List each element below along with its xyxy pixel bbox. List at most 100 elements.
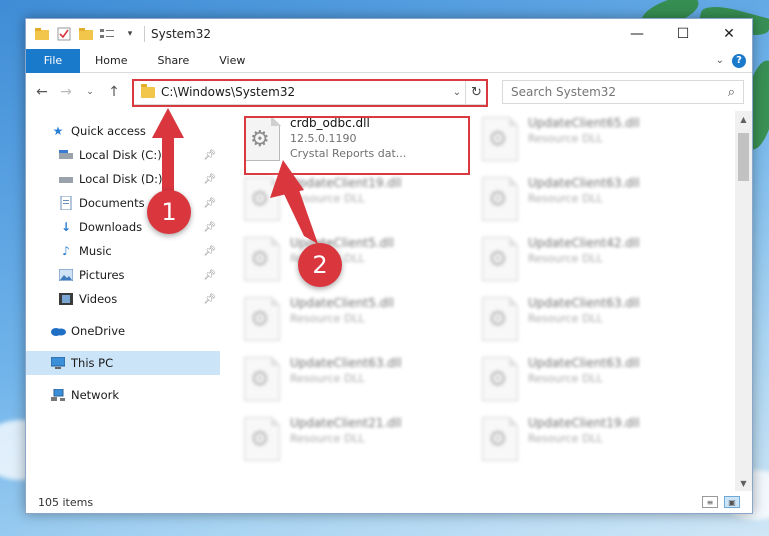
pin-icon[interactable]: 📌︎ [203,198,216,209]
downloads-icon: ↓ [60,220,72,234]
sidebar-item-music[interactable]: ♪ Music 📌︎ [26,239,220,263]
drive-icon [58,148,74,162]
pin-icon[interactable]: 📌︎ [203,222,216,233]
file-meta: UpdateClient63.dll Resource DLL [528,293,640,325]
item-count: 105 items [38,495,94,509]
address-dropdown-icon[interactable]: ⌄ [449,87,465,98]
forward-arrow-icon[interactable]: → [56,81,76,103]
file-name: UpdateClient63.dll [290,356,402,370]
up-arrow-icon[interactable]: ↑ [104,81,124,103]
new-folder-icon[interactable] [78,26,94,42]
file-name: UpdateClient19.dll [528,416,640,430]
file-meta: UpdateClient63.dll Resource DLL [528,173,640,205]
file-meta: UpdateClient19.dll Resource DLL [528,413,640,445]
dll-file-icon: ⚙ [244,176,281,221]
large-icons-view-icon[interactable]: ▣ [724,496,740,508]
view-switcher: ≡ ▣ [702,496,740,508]
scrollbar-thumb[interactable] [738,133,749,181]
sidebar-item-local-disk-d[interactable]: Local Disk (D:) 📌︎ [26,167,220,191]
file-tile[interactable]: ⚙ UpdateClient63.dll Resource DLL [482,173,702,231]
file-tile[interactable]: ⚙ UpdateClient63.dll Resource DLL [482,293,702,351]
file-tile[interactable]: ⚙ UpdateClient5.dllResource DLL [244,293,464,351]
sidebar-item-this-pc[interactable]: This PC [26,351,220,375]
file-type: Resource DLL [528,432,603,445]
sidebar-item-label: Quick access [71,124,146,138]
search-box[interactable]: ⌕ [502,80,744,104]
sidebar-item-downloads[interactable]: ↓ Downloads 📌︎ [26,215,220,239]
file-tile[interactable]: ⚙ UpdateClient63.dll Resource DLL [482,353,702,411]
drive-icon [58,172,74,186]
sidebar-item-label: OneDrive [71,324,126,338]
sidebar-item-videos[interactable]: Videos 📌︎ [26,287,220,311]
refresh-icon[interactable]: ↻ [465,80,487,104]
sidebar-item-network[interactable]: Network [26,383,220,407]
dll-file-icon: ⚙ [244,416,281,461]
recent-locations-icon[interactable]: ⌄ [80,81,100,103]
minimize-button[interactable]: — [614,19,660,49]
pin-icon[interactable]: 📌︎ [203,174,216,185]
pin-icon[interactable]: 📌︎ [203,270,216,281]
close-button[interactable]: ✕ [706,19,752,49]
tab-view[interactable]: View [204,49,260,73]
file-type: Resource DLL [528,252,603,265]
file-tile[interactable]: ⚙ UpdateClient65.dll Resource DLL [482,113,702,171]
sidebar-item-onedrive[interactable]: OneDrive [26,319,220,343]
file-type: Resource DLL [528,132,603,145]
search-input[interactable] [511,85,728,99]
file-tile[interactable]: ⚙ UpdateClient63.dll Resource DLL [244,353,464,411]
dll-file-icon: ⚙ [482,116,519,161]
dll-file-icon: ⚙ [482,356,519,401]
address-path[interactable]: C:\Windows\System32 [161,85,449,99]
scroll-down-icon[interactable]: ▼ [735,475,752,491]
file-meta: UpdateClient19.dll Resource DLL [290,173,402,205]
file-meta: UpdateClient63.dll Resource DLL [290,353,402,385]
pin-icon[interactable]: 📌︎ [203,150,216,161]
file-tile-crdb-odbc[interactable]: ⚙ crdb_odbc.dll 12.5.0.1190 Crystal Repo… [244,113,464,171]
sidebar-item-label: Documents [79,196,145,210]
address-bar[interactable]: C:\Windows\System32 ⌄ ↻ [132,79,488,105]
file-meta: UpdateClient5.dll Resource DLL [290,293,394,325]
dll-file-icon: ⚙ [244,296,281,341]
file-type: Resource DLL [528,372,603,385]
file-name: crdb_odbc.dll [290,116,370,130]
view-options-icon[interactable] [100,26,116,42]
back-arrow-icon[interactable]: ← [32,81,52,103]
details-view-icon[interactable]: ≡ [702,496,718,508]
file-meta: UpdateClient42.dll Resource DLL [528,233,640,265]
scroll-up-icon[interactable]: ▲ [735,111,752,127]
sidebar-item-pictures[interactable]: Pictures 📌︎ [26,263,220,287]
folder-icon[interactable] [34,26,50,42]
pin-icon[interactable]: 📌︎ [203,294,216,305]
computer-icon [50,356,66,370]
properties-icon[interactable] [56,26,72,42]
file-list: ⚙ crdb_odbc.dll 12.5.0.1190 Crystal Repo… [220,111,752,491]
vertical-scrollbar[interactable]: ▲ ▼ [735,111,752,491]
help-icon[interactable]: ? [732,53,746,68]
title-separator [144,26,145,42]
status-bar: 105 items ≡ ▣ [26,491,752,513]
sidebar-item-label: This PC [71,356,114,370]
file-type: Resource DLL [528,192,603,205]
file-description: Crystal Reports dat... [290,147,407,160]
window-title: System32 [151,27,212,41]
file-tile[interactable]: ⚙ UpdateClient19.dll Resource DLL [244,173,464,231]
tab-share[interactable]: Share [142,49,204,73]
file-tile[interactable]: ⚙ UpdateClient42.dll Resource DLL [482,233,702,291]
sidebar-item-local-disk-c[interactable]: Local Disk (C:) 📌︎ [26,143,220,167]
file-tile[interactable]: ⚙ UpdateClient19.dll Resource DLL [482,413,702,471]
file-tile[interactable]: ⚙ UpdateClient21.dll Resource DLL [244,413,464,471]
dll-file-icon: ⚙ [244,236,281,281]
sidebar-item-quick-access[interactable]: ★ Quick access [26,119,220,143]
file-tile[interactable]: ⚙ UpdateClient5.dllResource DLL [244,233,464,291]
tab-home[interactable]: Home [80,49,142,73]
tab-file[interactable]: File [26,48,80,73]
window-controls: — ☐ ✕ [614,19,752,49]
expand-ribbon-icon[interactable]: ⌄ [716,55,724,66]
sidebar-item-label: Videos [79,292,118,306]
pin-icon[interactable]: 📌︎ [203,246,216,257]
maximize-button[interactable]: ☐ [660,19,706,49]
customize-toolbar-icon[interactable]: ▾ [122,26,138,42]
search-icon[interactable]: ⌕ [728,85,735,100]
file-meta: UpdateClient65.dll Resource DLL [528,113,640,145]
ribbon-right: ⌄ ? [716,53,752,68]
